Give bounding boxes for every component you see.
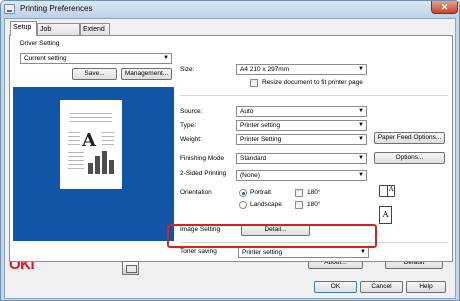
finishing-mode-dropdown[interactable]: Standard ▼	[236, 153, 367, 164]
resize-checkbox[interactable]	[250, 79, 258, 87]
chevron-down-icon: ▼	[358, 122, 364, 128]
driver-setting-dropdown[interactable]: Current setting ▼	[20, 53, 172, 64]
paper-feed-options-button[interactable]: Paper Feed Options...	[374, 132, 445, 144]
window-title: Printing Preferences	[20, 4, 93, 13]
tab-job-options[interactable]: Job Options	[37, 23, 80, 44]
rotate-180-landscape-label: 180°	[307, 201, 321, 208]
booklet-icon	[379, 185, 395, 197]
cancel-button[interactable]: Cancel	[360, 281, 403, 293]
rotate-180-landscape-checkbox[interactable]	[295, 201, 303, 209]
resize-label: Resize document to fit printer page	[262, 79, 363, 86]
two-sided-dropdown[interactable]: (None) ▼	[236, 170, 367, 181]
title-bar[interactable]: Printing Preferences ✕	[1, 1, 459, 18]
preview-bar	[109, 160, 114, 174]
close-button[interactable]: ✕	[431, 1, 458, 14]
chevron-down-icon: ▼	[358, 136, 364, 142]
preview-bar	[102, 151, 107, 174]
driver-setting-value: Current setting	[24, 55, 67, 62]
finishing-mode-value: Standard	[240, 155, 267, 162]
finishing-options-button[interactable]: Options...	[374, 152, 445, 164]
chevron-down-icon: ▼	[358, 172, 364, 178]
portrait-label: Portrait	[250, 189, 271, 196]
two-sided-value: (None)	[240, 172, 260, 179]
type-label: Type:	[180, 122, 196, 129]
two-sided-label: 2-Sided Printing	[180, 170, 227, 177]
weight-label: Weight:	[180, 136, 202, 143]
printing-preferences-window: Printing Preferences ✕ Setup Job Options…	[0, 0, 460, 301]
rotate-180-portrait-label: 180°	[307, 189, 321, 196]
preview-bar	[88, 163, 93, 174]
orientation-label: Orientation	[180, 189, 212, 196]
size-value: A4 210 x 297mm	[240, 66, 290, 73]
toner-saving-dropdown[interactable]: Printer setting ▼	[238, 247, 369, 258]
source-label: Source:	[180, 108, 203, 115]
source-dropdown[interactable]: Auto ▼	[236, 106, 367, 117]
finishing-mode-label: Finishing Mode	[180, 155, 225, 162]
chevron-down-icon: ▼	[163, 55, 169, 61]
rotate-180-portrait-checkbox[interactable]	[295, 189, 303, 197]
size-label: Size:	[180, 66, 195, 73]
divider	[180, 95, 448, 96]
driver-setting-label: Driver Setting	[20, 40, 60, 47]
toner-saving-label: Toner saving	[180, 248, 217, 255]
preview-page: A	[60, 100, 122, 189]
dialog-client-area: Setup Job Options Extend Driver Setting …	[4, 18, 456, 299]
type-value: Printer setting	[240, 122, 281, 129]
page-preview: A	[13, 87, 174, 241]
help-button[interactable]: Help	[406, 281, 446, 293]
source-value: Auto	[240, 108, 254, 115]
chevron-down-icon: ▼	[358, 66, 364, 72]
type-dropdown[interactable]: Printer setting ▼	[236, 120, 367, 131]
preview-letter: A	[82, 130, 96, 151]
printer-preferences-icon	[4, 4, 15, 14]
landscape-radio[interactable]	[239, 201, 247, 209]
chevron-down-icon: ▼	[358, 155, 364, 161]
paper-tray-icon[interactable]	[122, 261, 139, 275]
landscape-label: Landscape	[250, 201, 282, 208]
weight-dropdown[interactable]: Printer Setting ▼	[236, 134, 367, 145]
weight-value: Printer Setting	[240, 136, 282, 143]
toner-saving-highlight	[167, 224, 377, 248]
preview-bar	[95, 156, 100, 174]
chevron-down-icon: ▼	[358, 108, 364, 114]
ok-button[interactable]: OK	[314, 281, 357, 293]
toner-saving-value: Printer setting	[242, 249, 283, 256]
tab-setup[interactable]: Setup	[10, 21, 37, 36]
tab-extend[interactable]: Extend	[80, 23, 110, 35]
management-button[interactable]: Management...	[121, 68, 172, 80]
chevron-down-icon: ▼	[360, 249, 366, 255]
portrait-page-icon: A	[379, 206, 392, 224]
size-dropdown[interactable]: A4 210 x 297mm ▼	[236, 64, 367, 75]
portrait-radio[interactable]	[239, 189, 247, 197]
save-button[interactable]: Save...	[72, 68, 117, 80]
